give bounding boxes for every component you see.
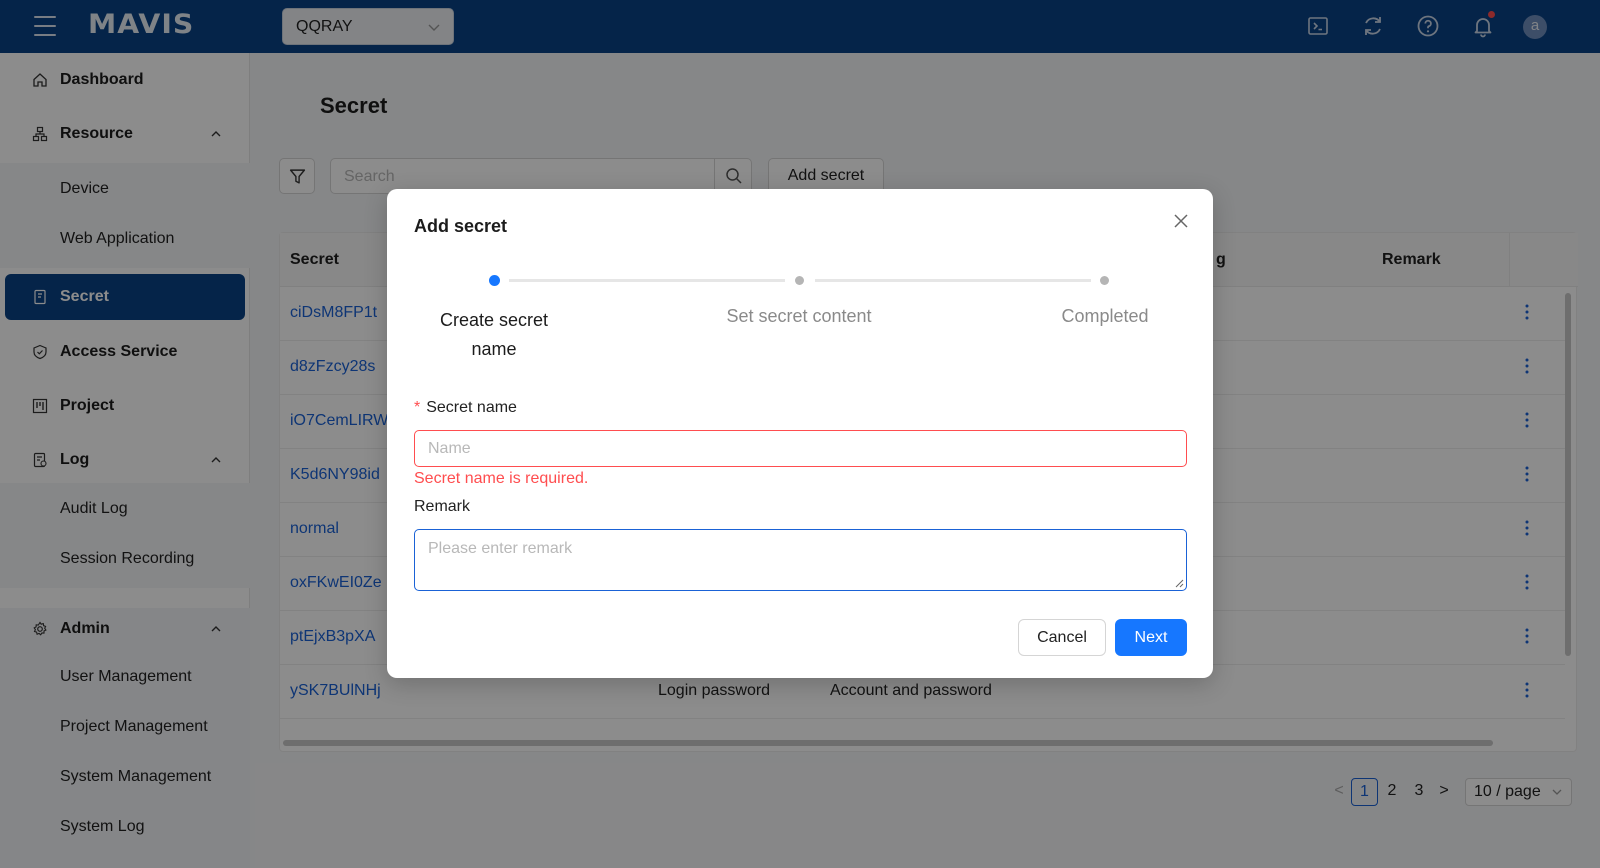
step-3-label: Completed: [1061, 306, 1149, 326]
secret-name-placeholder: Name: [428, 440, 471, 457]
secret-name-label-text: Secret name: [426, 399, 517, 416]
cancel-button[interactable]: Cancel: [1018, 619, 1106, 656]
step-connector: [509, 279, 785, 282]
add-secret-dialog: Add secret Create secret name Set secret…: [387, 189, 1213, 678]
remark-textarea[interactable]: Please enter remark: [414, 529, 1187, 591]
secret-name-label: * Secret name: [414, 399, 517, 417]
required-star: *: [414, 399, 421, 416]
dialog-title: Add secret: [414, 216, 508, 236]
step-1-dot: [489, 275, 500, 286]
step-connector: [815, 279, 1091, 282]
secret-name-input[interactable]: Name: [414, 430, 1187, 467]
close-icon[interactable]: [1173, 213, 1189, 229]
step-3-dot: [1100, 276, 1109, 285]
next-button[interactable]: Next: [1115, 619, 1187, 656]
step-1-label: Create secret name: [439, 310, 549, 359]
secret-name-error: Secret name is required.: [414, 470, 589, 487]
step-2-dot: [795, 276, 804, 285]
step-2-label: Set secret content: [726, 306, 872, 326]
remark-placeholder: Please enter remark: [428, 540, 573, 557]
remark-label: Remark: [414, 498, 471, 515]
resize-handle-icon[interactable]: [1175, 579, 1184, 588]
